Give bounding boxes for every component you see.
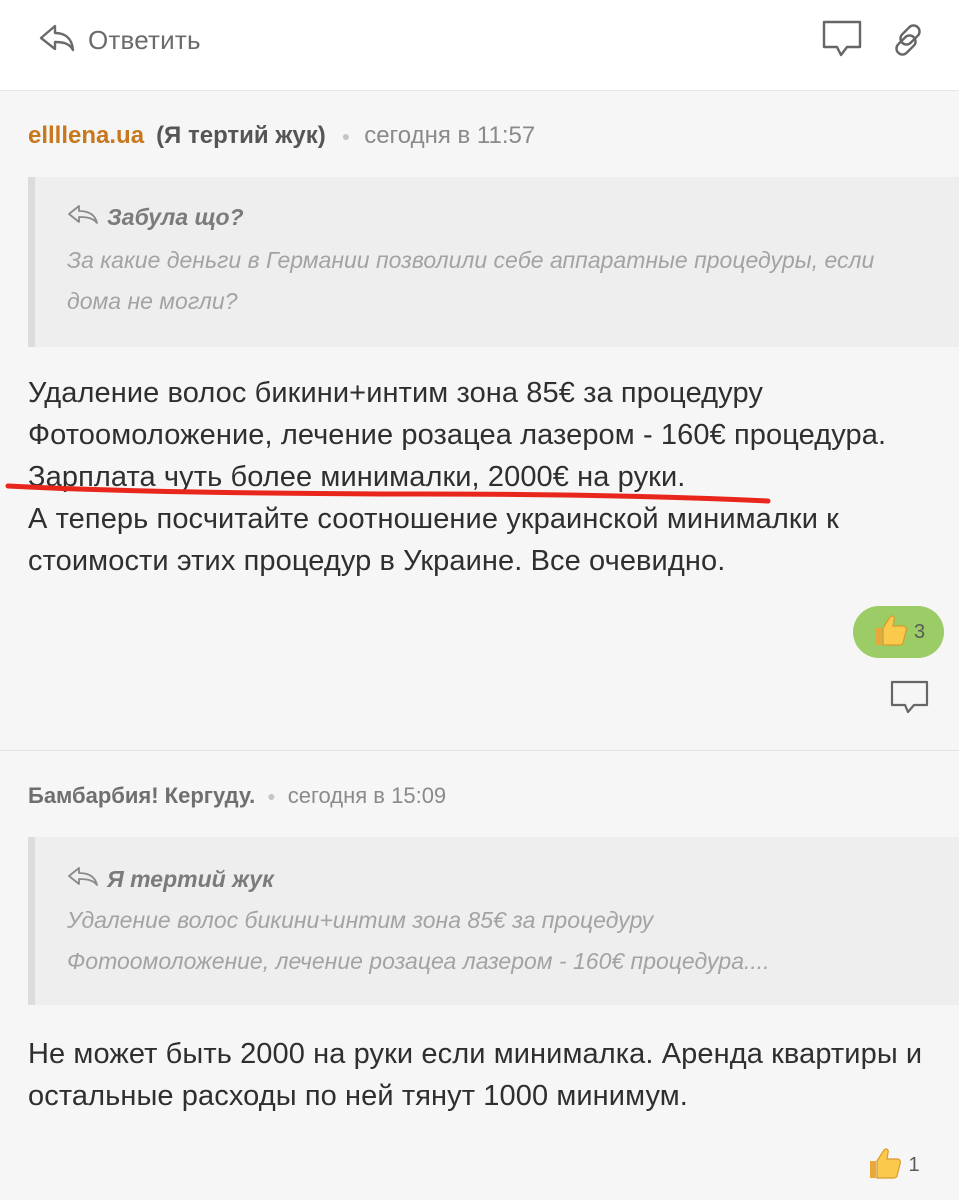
like-count: 3 xyxy=(913,620,926,643)
post-divider xyxy=(0,750,959,751)
quote-text-line: дома не могли? xyxy=(67,288,238,314)
like-count: 1 xyxy=(908,1153,920,1176)
post-text-line: остальные расходы по ней тянут 1000 мини… xyxy=(28,1080,688,1112)
quote-block[interactable]: Я тертий жук Удаление волос бикини+интим… xyxy=(28,837,959,1005)
comment-post: Бамбарбия! Кергуду. ● сегодня в 15:09 Я … xyxy=(0,755,959,1200)
quote-header: Забула що? xyxy=(67,202,244,232)
post-meta: Бамбарбия! Кергуду. ● сегодня в 15:09 xyxy=(28,783,446,809)
reply-arrow-icon xyxy=(38,21,76,60)
quote-reply-icon xyxy=(67,864,99,894)
link-icon[interactable] xyxy=(888,20,928,65)
author-name[interactable]: Бамбарбия! Кергуду. xyxy=(28,783,255,809)
author-name[interactable]: ellllena.ua xyxy=(28,122,144,150)
comment-post: ellllena.ua (Я тертий жук) ● сегодня в 1… xyxy=(0,95,959,750)
comment-icon[interactable] xyxy=(820,18,864,65)
post-time[interactable]: сегодня в 11:57 xyxy=(364,122,535,150)
post-text-line: стоимости этих процедур в Украине. Все о… xyxy=(28,545,726,577)
post-text-line: Удаление волос бикини+интим зона 85€ за … xyxy=(28,377,763,409)
meta-separator: ● xyxy=(267,788,276,804)
post-text-line: Зарплата чуть более минималки, 2000€ на … xyxy=(28,461,686,493)
comment-reply-icon[interactable] xyxy=(889,678,931,723)
author-nickname: (Я тертий жук) xyxy=(156,122,326,149)
quote-text-line: Удаление волос бикини+интим зона 85€ за … xyxy=(67,907,654,933)
like-button[interactable]: 3 xyxy=(853,606,944,658)
thumbs-up-icon xyxy=(866,1146,902,1185)
like-button[interactable]: 1 xyxy=(858,1142,928,1188)
post-text-line: Не может быть 2000 на руки если минималк… xyxy=(28,1038,923,1070)
quote-author: Забула що? xyxy=(107,203,244,230)
reply-toolbar: Ответить xyxy=(0,0,959,91)
meta-separator: ● xyxy=(341,128,351,144)
reply-label: Ответить xyxy=(88,24,201,55)
reply-button[interactable]: Ответить xyxy=(38,20,201,60)
quote-header: Я тертий жук xyxy=(67,864,274,894)
quote-text-line: За какие деньги в Германии позволили себ… xyxy=(67,247,875,273)
quote-text-line: Фотоомоложение, лечение розацеа лазером … xyxy=(67,948,770,974)
post-meta: ellllena.ua (Я тертий жук) ● сегодня в 1… xyxy=(28,122,535,150)
post-text-line: Фотоомоложение, лечение розацеа лазером … xyxy=(28,419,887,451)
quote-block[interactable]: Забула що? За какие деньги в Германии по… xyxy=(28,177,959,347)
quote-author: Я тертий жук xyxy=(107,865,274,892)
quote-reply-icon xyxy=(67,202,99,232)
post-text-line: А теперь посчитайте соотношение украинск… xyxy=(28,503,839,535)
thumbs-up-icon xyxy=(872,613,908,652)
post-time[interactable]: сегодня в 15:09 xyxy=(288,783,446,809)
